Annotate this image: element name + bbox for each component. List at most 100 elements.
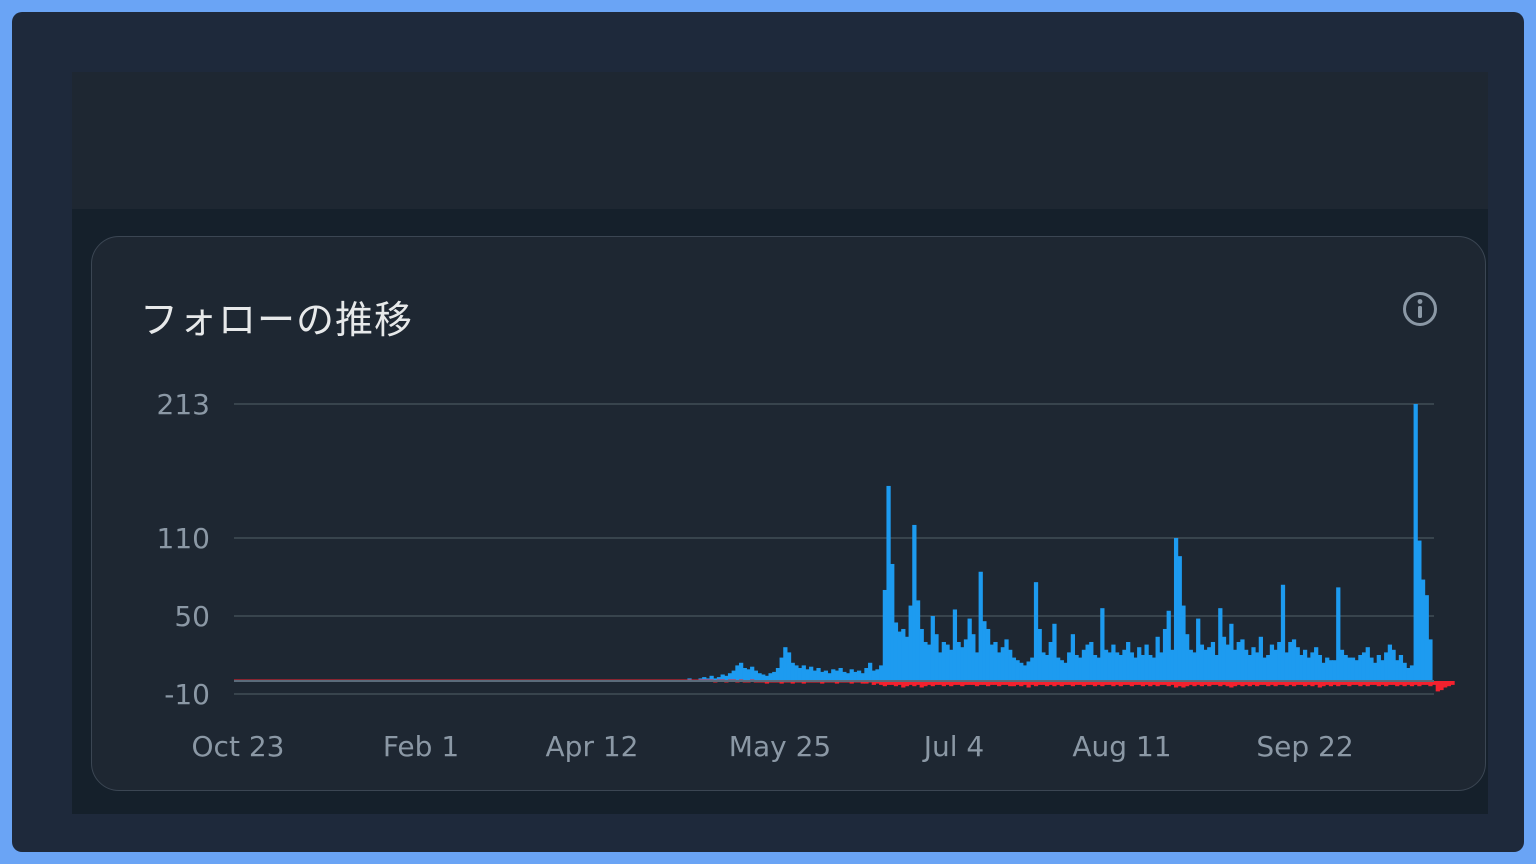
gained-bar [1022, 665, 1028, 681]
gained-bar [1221, 636, 1227, 681]
gained-bar [1048, 641, 1053, 681]
gained-bar [1011, 657, 1017, 681]
gained-bar [1384, 652, 1389, 681]
gained-bar [757, 673, 762, 681]
gained-bar [1214, 654, 1219, 681]
gained-bar [1162, 628, 1168, 681]
gained-bar [1321, 662, 1326, 681]
gained-bar [1225, 644, 1230, 681]
gained-bar [831, 669, 836, 681]
gained-bar [1188, 649, 1193, 681]
gained-bar [1203, 649, 1208, 681]
gained-bar [1391, 649, 1396, 681]
gained-bar [1133, 657, 1138, 681]
gained-bar [1059, 660, 1064, 681]
gained-bar [1118, 654, 1123, 681]
gained-bar [930, 615, 935, 681]
gained-bar [1207, 647, 1212, 681]
gained-bar [1398, 654, 1404, 681]
gained-bar [1067, 652, 1072, 681]
gained-bar [893, 622, 899, 681]
gained-bar [827, 673, 832, 681]
gained-bar [805, 669, 810, 681]
x-tick-label: Sep 22 [1256, 730, 1353, 763]
gained-bar [927, 644, 932, 681]
gained-bar [934, 634, 939, 681]
gained-bar [783, 647, 788, 681]
x-tick-label: Feb 1 [383, 730, 459, 763]
gained-bar [1339, 649, 1345, 681]
window-frame: フォローの推移 213 110 50 -10 Oct 23 Feb 1 Apr 12 May … [12, 12, 1524, 852]
gained-bar [812, 670, 817, 681]
gained-bar [1085, 644, 1090, 681]
x-tick-label: Aug 11 [1072, 730, 1171, 763]
gained-bar [731, 670, 736, 681]
x-tick-label: Jul 4 [922, 730, 985, 763]
gained-bar [1140, 654, 1146, 681]
gained-bar [1336, 587, 1341, 681]
gained-bar [1210, 641, 1216, 681]
screen: フォローの推移 213 110 50 -10 Oct 23 Feb 1 Apr 12 May … [72, 72, 1488, 814]
gained-bar [1096, 657, 1101, 681]
gained-bar [797, 668, 803, 681]
gained-bar [1306, 657, 1311, 681]
gained-bar [1406, 668, 1411, 681]
gained-bar [1078, 657, 1083, 681]
x-tick-label: Apr 12 [546, 730, 639, 763]
gained-bar [1185, 634, 1190, 681]
gained-bar [1244, 649, 1249, 681]
gained-bar [1030, 657, 1035, 681]
gained-bar [982, 621, 987, 681]
gained-bar [1365, 647, 1370, 681]
gained-bar [809, 666, 814, 681]
gained-bar [868, 662, 873, 681]
gained-bar [997, 652, 1002, 681]
gained-bar [890, 563, 895, 681]
gained-bar [742, 668, 747, 681]
gained-bar [753, 670, 758, 681]
gained-bar [952, 609, 958, 681]
y-tick-label: 110 [157, 522, 210, 555]
gained-bar [993, 641, 998, 681]
gained-bar [923, 641, 928, 681]
gained-bar [1417, 540, 1422, 681]
gained-bar [772, 671, 777, 681]
gained-bar [1262, 657, 1267, 681]
lost-bar [1450, 681, 1455, 685]
gained-bar [989, 644, 994, 681]
gained-bar [1159, 652, 1164, 681]
gained-bar [1114, 652, 1120, 681]
follow-trend-card: フォローの推移 213 110 50 -10 Oct 23 Feb 1 Apr 12 May … [91, 236, 1486, 791]
gained-bar [904, 636, 910, 681]
lost-bar [1439, 681, 1444, 691]
gained-bar [1325, 657, 1330, 681]
gained-bar [739, 662, 744, 681]
gained-bar [1144, 644, 1149, 681]
gained-bar [1122, 649, 1127, 681]
gained-bar [1166, 610, 1171, 681]
gained-bar [790, 662, 795, 681]
gained-bar [1052, 623, 1057, 681]
gained-bar [794, 665, 799, 681]
gained-bar [1199, 644, 1205, 681]
gained-bar [1129, 652, 1134, 681]
gained-bar [1302, 649, 1308, 681]
gained-bar [978, 571, 983, 681]
gained-bar [816, 668, 821, 681]
gained-bar [1332, 660, 1337, 681]
gained-bar [882, 589, 887, 681]
gained-bar [1196, 618, 1201, 681]
gained-bar [1107, 652, 1112, 681]
gained-bar [1395, 660, 1400, 681]
gained-bar [1258, 636, 1263, 681]
gained-bar [1092, 654, 1098, 681]
gained-bar [1317, 654, 1322, 681]
gained-bar [750, 666, 755, 681]
gained-bar [1004, 639, 1009, 681]
gained-bar [949, 649, 954, 681]
gained-bar [1299, 654, 1304, 681]
gained-bar [768, 673, 773, 681]
gained-bar [845, 673, 851, 681]
gained-bar [1089, 641, 1094, 681]
gained-bar [786, 652, 792, 681]
